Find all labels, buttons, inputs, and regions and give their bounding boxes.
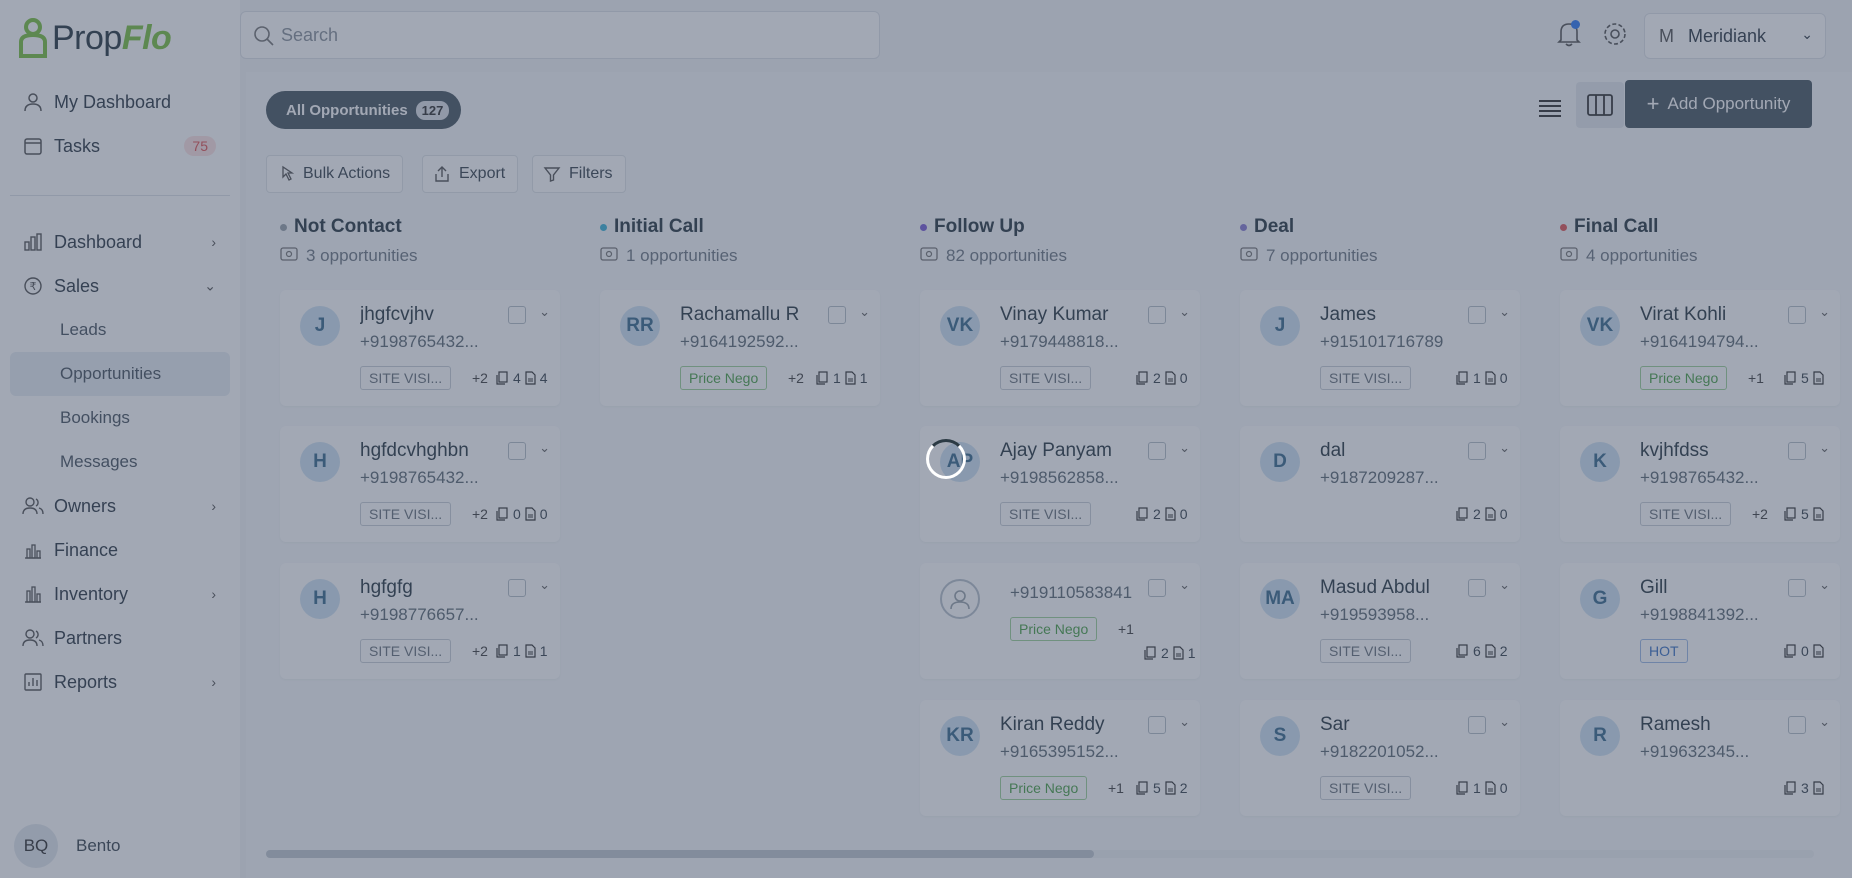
loading-spinner	[926, 439, 966, 479]
loading-overlay	[0, 0, 1852, 878]
